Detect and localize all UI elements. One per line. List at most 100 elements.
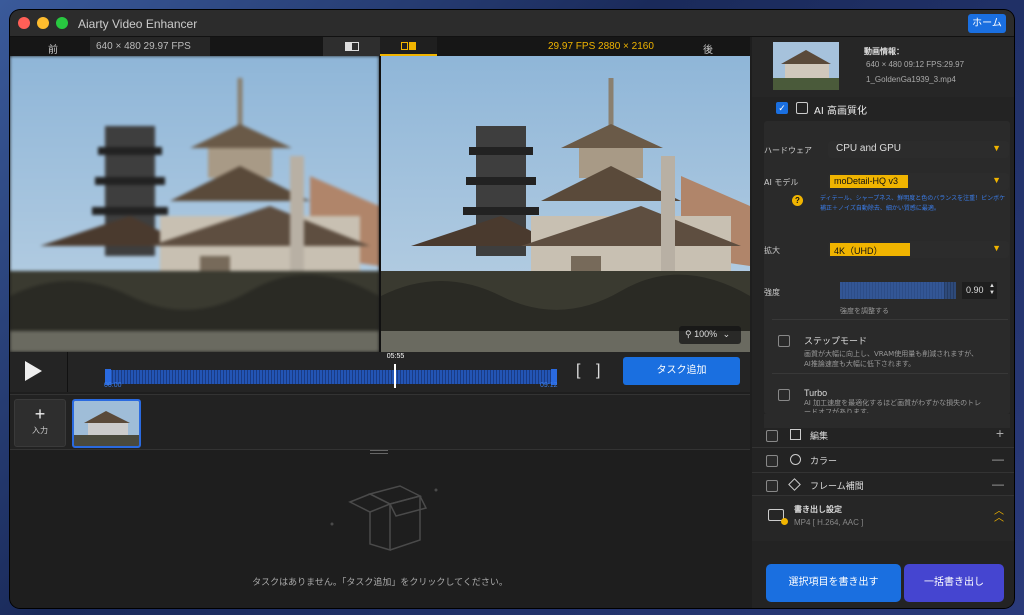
step-mode-checkbox[interactable]	[778, 335, 790, 347]
timeline-bar: 05:55 00:00 09:12 [ ] タスク追加	[10, 352, 750, 392]
before-info: 640 × 480 29.97 FPS	[90, 37, 210, 56]
end-time: 09:12	[540, 382, 558, 389]
zoom-icon: ⚲	[685, 329, 692, 339]
compare-bar: 前 640 × 480 29.97 FPS 29.97 FPS 2880 × 2…	[10, 37, 750, 56]
chevron-down-icon: ▼	[992, 143, 1001, 153]
collapse-frame-interpolation-button[interactable]: —	[992, 477, 1004, 491]
ai-enhance-icon	[796, 102, 808, 114]
zoom-level: 100%	[694, 329, 718, 339]
model-value: moDetail-HQ v3	[830, 175, 908, 188]
export-settings-icon	[768, 509, 788, 525]
strength-hint: 強度を調整する	[840, 307, 889, 315]
help-icon[interactable]: ?	[792, 195, 803, 206]
palette-icon	[790, 454, 801, 465]
section-list: 編集 + カラー — フレーム補間 —	[752, 423, 1014, 499]
before-preview	[10, 56, 379, 352]
export-selected-button[interactable]: 選択項目を書き出す	[766, 564, 901, 602]
after-video-frame	[381, 56, 750, 352]
thumbnail-image	[74, 401, 139, 446]
collapse-color-button[interactable]: —	[992, 452, 1004, 466]
input-strip: + 入力	[10, 394, 750, 450]
model-select[interactable]: moDetail-HQ v3 ▼	[828, 173, 1009, 190]
title-bar: Aiarty Video Enhancer ホーム	[10, 10, 1014, 37]
empty-box-icon	[330, 485, 438, 552]
edit-icon	[790, 429, 801, 440]
app-title: Aiarty Video Enhancer	[78, 17, 198, 31]
section-edit[interactable]: 編集 +	[752, 423, 1014, 448]
scale-value: 4K（UHD）	[830, 243, 910, 256]
resize-handle[interactable]	[370, 450, 388, 454]
color-label: カラー	[810, 457, 838, 467]
minimize-window-button[interactable]	[37, 17, 49, 29]
frame-interpolation-icon	[788, 478, 801, 491]
enhance-header: ✓ AI 高画質化	[752, 97, 1014, 119]
turbo-label: Turbo	[804, 388, 828, 398]
color-checkbox[interactable]	[766, 455, 778, 467]
mark-in-button[interactable]: [	[576, 362, 580, 380]
strength-label: 強度	[764, 288, 780, 297]
turbo-description: AI 加工速度を最適化するほど画質がわずかな損失のトレードオフがあります。	[804, 399, 982, 413]
plus-icon: +	[34, 404, 46, 424]
frame-interpolation-checkbox[interactable]	[766, 480, 778, 492]
chevron-down-icon: ▼	[992, 175, 1001, 185]
export-settings-title: 書き出し設定	[794, 505, 842, 514]
enhance-settings: ハードウェア CPU and GPU ▼ AI モデル moDetail-HQ v…	[764, 121, 1010, 414]
export-settings[interactable]: 書き出し設定 MP4 [ H.264, AAC ] ︿ ︿	[752, 495, 1014, 541]
frame-interpolation-label: フレーム補間	[810, 482, 864, 492]
video-filename: 1_GoldenGa1939_3.mp4	[866, 75, 956, 84]
video-info-thumbnail	[773, 42, 839, 90]
model-description: ディテール、シャープネス、鮮明度と色のバランスを注重！ピンボケ補正＋ノイズ自動除…	[820, 195, 1006, 212]
add-input-button[interactable]: + 入力	[14, 399, 66, 447]
side-by-side-icon	[401, 42, 417, 51]
step-mode-label: ステップモード	[804, 337, 868, 347]
side-by-side-button[interactable]	[380, 37, 437, 56]
split-view-button[interactable]	[323, 37, 380, 56]
video-info-details: 640 × 480 09:12 FPS:29.97	[866, 60, 965, 69]
playhead[interactable]	[394, 364, 397, 388]
video-info-heading: 動画情報：	[864, 47, 904, 56]
timeline-track[interactable]	[110, 370, 554, 384]
before-label: 前	[48, 45, 58, 56]
hardware-value: CPU and GPU	[836, 143, 902, 154]
home-button[interactable]: ホーム	[968, 14, 1006, 33]
scale-select[interactable]: 4K（UHD） ▼	[828, 241, 1009, 258]
app-window: Aiarty Video Enhancer ホーム 前 640 × 480 29…	[10, 10, 1014, 608]
chevron-up-icon[interactable]: ︿ ︿	[994, 507, 1004, 524]
enhance-checkbox[interactable]: ✓	[776, 102, 788, 114]
before-video-frame	[10, 56, 379, 352]
section-color[interactable]: カラー —	[752, 448, 1014, 473]
model-label: AI モデル	[764, 178, 799, 187]
add-task-button[interactable]: タスク追加	[623, 357, 740, 385]
chevron-down-icon: ▼	[992, 243, 1001, 253]
zoom-control[interactable]: ⚲ 100% ⌄	[679, 326, 741, 344]
export-all-button[interactable]: 一括書き出し	[904, 564, 1004, 602]
stepper-arrows-icon[interactable]: ▲ ▼	[989, 283, 995, 297]
zoom-window-button[interactable]	[56, 17, 68, 29]
hardware-select[interactable]: CPU and GPU ▼	[828, 141, 1009, 158]
strength-slider[interactable]	[840, 282, 956, 299]
play-icon[interactable]	[25, 361, 42, 381]
start-time: 00:00	[104, 382, 122, 389]
enhance-title: AI 高画質化	[814, 106, 867, 117]
add-input-label: 入力	[32, 426, 48, 435]
video-info-card: 動画情報： 640 × 480 09:12 FPS:29.97 1_Golden…	[752, 37, 1014, 97]
mark-out-button[interactable]: ]	[596, 362, 600, 380]
edit-label: 編集	[810, 432, 829, 442]
split-view-icon	[345, 42, 359, 51]
edit-checkbox[interactable]	[766, 430, 778, 442]
close-window-button[interactable]	[18, 17, 30, 29]
after-label: 後	[703, 45, 713, 56]
video-thumbnail[interactable]	[72, 399, 141, 448]
turbo-checkbox[interactable]	[778, 389, 790, 401]
scale-label: 拡大	[764, 246, 780, 255]
chevron-down-icon: ⌄	[722, 329, 731, 339]
after-info: 29.97 FPS 2880 × 2160	[548, 41, 654, 52]
export-format: MP4 [ H.264, AAC ]	[794, 518, 864, 527]
settings-panel: 動画情報： 640 × 480 09:12 FPS:29.97 1_Golden…	[752, 37, 1014, 608]
expand-edit-button[interactable]: +	[996, 425, 1004, 441]
step-mode-description: 画質が大幅に向上し、VRAM使用量も削減されますが、AI推論速度も大幅に低下され…	[804, 350, 979, 368]
strength-input[interactable]: 0.90 ▲ ▼	[962, 282, 997, 299]
empty-task-message: タスクはありません。「タスク追加」をクリックしてください。	[252, 578, 508, 588]
hardware-label: ハードウェア	[764, 146, 812, 155]
strength-value: 0.90	[966, 285, 984, 295]
